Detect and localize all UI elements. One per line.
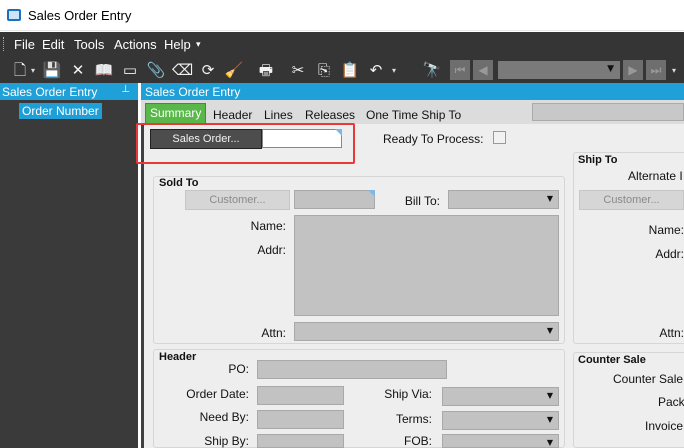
ship-via-label: Ship Via: [384,387,432,401]
ready-to-process-label: Ready To Process: [383,132,484,146]
chevron-down-icon: ▼ [546,391,553,400]
summary-content: Sales Order... Ready To Process: Sold To… [136,123,684,448]
first-record-icon[interactable]: ⏮ [450,60,470,80]
bill-to-label: Bill To: [404,194,440,208]
app-icon [7,9,21,21]
ship-via-combo[interactable]: ▼ [442,387,559,406]
tab-summary[interactable]: Summary [145,103,207,123]
order-date-field[interactable] [257,386,344,405]
toolbar: 🗋 ▾ 💾 ✕ 📖 ▭ 📎 ⌫ ⟳ 🧹 🖶 ✂ ⎘ 📋 ↶ ▾ 🔭 ⏮ ◀ ▼ … [0,56,684,83]
tab-releases[interactable]: Releases [305,108,355,122]
previous-record-icon[interactable]: ◀ [473,60,493,80]
pin-icon[interactable]: ⊥ [121,84,130,95]
menu-edit[interactable]: Edit [42,37,64,52]
attach-icon[interactable]: 📎 [146,60,166,80]
ship-by-label: Ship By: [204,434,249,448]
tab-bar-search-box[interactable] [532,103,684,121]
fob-combo[interactable]: ▼ [442,434,559,448]
sold-to-attn-combo[interactable]: ▼ [294,322,559,341]
ship-to-attn-label: Attn: [659,326,684,340]
invoice-label: Invoice [645,419,684,433]
menu-tools[interactable]: Tools [74,37,104,52]
need-by-field[interactable] [257,410,344,429]
po-label: PO: [228,362,249,376]
sold-to-name-label: Name: [250,219,286,233]
new-dropdown-icon[interactable]: ▾ [31,66,35,75]
ready-to-process-checkbox[interactable] [493,131,506,144]
main-panel: Sales Order Entry Summary Header Lines R… [136,83,684,448]
alternate-label: Alternate I [628,169,683,183]
clear-icon[interactable]: 🧹 [224,60,244,80]
note-icon[interactable]: ▭ [120,60,140,80]
sold-to-attn-label: Attn: [261,326,286,340]
chevron-down-icon: ▼ [546,438,553,447]
pack-label: Pack [658,395,684,409]
undo-dropdown-icon[interactable]: ▾ [392,66,396,75]
fob-label: FOB: [403,434,432,448]
chevron-down-icon: ▼ [546,415,553,424]
sold-to-addr-label: Addr: [257,243,286,257]
main-panel-header: Sales Order Entry [141,83,684,100]
counter-sale-label: Counter Sale [613,372,684,386]
tree-panel: Sales Order Entry ⊥ Order Number [0,83,138,448]
tab-lines[interactable]: Lines [264,108,293,122]
menu-bar: File Edit Tools Actions Help ▾ [0,32,684,56]
eraser-icon[interactable]: ⌫ [172,60,193,80]
title-bar: Sales Order Entry [0,0,684,31]
menu-file[interactable]: File [14,37,35,52]
customer-corner-flag [368,190,375,197]
next-record-icon[interactable]: ▶ [623,60,643,80]
window-title: Sales Order Entry [28,8,132,23]
refresh-icon[interactable]: ⟳ [198,60,218,80]
bill-to-combo[interactable]: ▼ [448,190,559,209]
po-field[interactable] [257,360,447,379]
sold-to-customer-id-field[interactable] [294,190,375,209]
last-record-icon[interactable]: ⏭ [646,60,666,80]
paste-icon[interactable]: 📋 [340,60,360,80]
corner-flag [335,129,342,136]
order-date-label: Order Date: [186,387,249,401]
menu-overflow-icon[interactable]: ▾ [196,40,201,50]
tab-header[interactable]: Header [213,108,252,122]
delete-icon[interactable]: ✕ [68,60,88,80]
ship-to-addr-label: Addr: [655,247,684,261]
terms-combo[interactable]: ▼ [442,411,559,430]
ship-by-field[interactable] [257,434,344,448]
print-icon[interactable]: 🖶 [256,60,276,80]
sales-order-field[interactable] [262,129,342,148]
chevron-down-icon: ▼ [546,194,553,203]
binoculars-icon[interactable]: 🔭 [422,60,442,80]
chevron-down-icon: ▼ [607,64,614,74]
menu-grip [3,37,6,51]
tab-one-time-ship-to[interactable]: One Time Ship To [366,108,461,122]
tree-node-order-number[interactable]: Order Number [19,103,102,119]
tab-bar: Summary Header Lines Releases One Time S… [141,100,684,124]
cut-icon[interactable]: ✂ [288,60,308,80]
tree-panel-header: Sales Order Entry ⊥ [0,83,138,100]
book-icon[interactable]: 📖 [94,60,114,80]
sold-to-name-addr-field[interactable] [294,215,559,316]
new-icon[interactable]: 🗋 [10,60,30,80]
main-panel-title: Sales Order Entry [145,85,241,99]
menu-actions[interactable]: Actions [114,37,157,52]
menu-help[interactable]: Help [164,37,191,52]
undo-icon[interactable]: ↶ [366,60,386,80]
need-by-label: Need By: [199,410,249,424]
ship-to-customer-button[interactable]: Customer... [579,190,684,210]
terms-label: Terms: [396,412,432,426]
tree-panel-title: Sales Order Entry [2,85,98,99]
ship-to-name-label: Name: [648,223,684,237]
toolbar-overflow-icon[interactable]: ▾ [672,66,676,75]
chevron-down-icon: ▼ [546,326,553,335]
record-navigator-combo[interactable]: ▼ [498,61,620,79]
sales-order-button[interactable]: Sales Order... [150,129,262,149]
save-icon[interactable]: 💾 [42,60,62,80]
sold-to-customer-button[interactable]: Customer... [185,190,290,210]
copy-icon[interactable]: ⎘ [314,60,334,80]
